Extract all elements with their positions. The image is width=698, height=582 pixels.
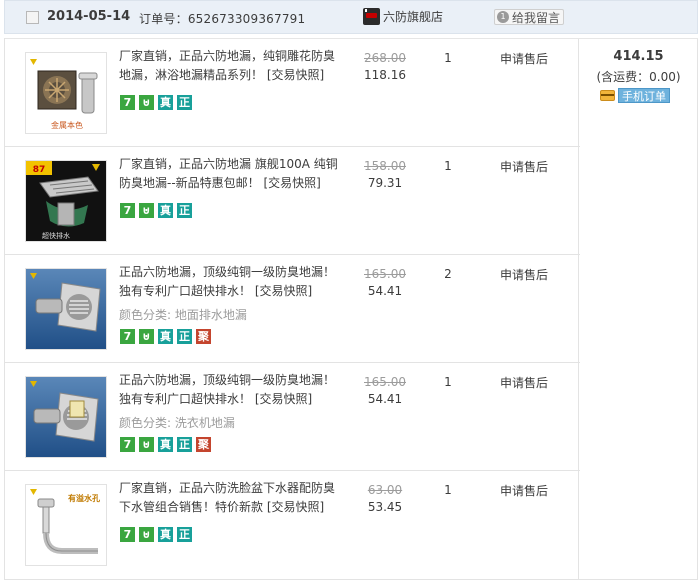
original-price: 63.00	[367, 483, 403, 497]
shop-link[interactable]: 六防旗舰店	[363, 8, 443, 25]
floor-drain-image: 87 超快排水	[26, 161, 106, 241]
product-thumbnail[interactable]	[25, 268, 107, 350]
guarantee-badge[interactable]: ⊍	[139, 329, 154, 344]
floor-drain-image: 金属本色	[26, 53, 106, 133]
order-total-column: 414.15 (含运费：0.00) 手机订单	[579, 38, 698, 580]
shop-name[interactable]: 六防旗舰店	[383, 8, 443, 25]
guarantee-badge[interactable]: ⊍	[139, 95, 154, 110]
paid-price: 118.16	[364, 68, 406, 82]
service-badges: 7 ⊍ 真 正	[120, 203, 192, 218]
genuine-badge[interactable]: 正	[177, 95, 192, 110]
order-number-value: 652673309367791	[187, 12, 306, 26]
authentic-badge[interactable]: 真	[158, 203, 173, 218]
product-thumbnail[interactable]	[25, 376, 107, 458]
trade-snapshot-link[interactable]: [交易快照]	[255, 392, 312, 406]
tmall-icon	[363, 8, 380, 25]
product-title[interactable]: 厂家直销，正品六防洗脸盆下水器配防臭下水管组合销售！特价新款 [交易快照]	[119, 479, 343, 517]
order-item: 正品六防地漏，顶级纯铜一级防臭地漏！独有专利广口超快排水！ [交易快照] 颜色分…	[5, 254, 580, 362]
service-badges: 7 ⊍ 真 正 聚	[120, 329, 211, 344]
product-title[interactable]: 正品六防地漏，顶级纯铜一级防臭地漏！独有专利广口超快排水！ [交易快照]	[119, 371, 343, 409]
leave-message-button[interactable]: 1 给我留言	[494, 9, 565, 25]
leave-message-label: 给我留言	[512, 10, 561, 25]
aftersale-link[interactable]: 申请售后	[500, 482, 548, 499]
aftersale-link[interactable]: 申请售后	[500, 374, 548, 391]
authentic-badge[interactable]: 真	[158, 329, 173, 344]
trade-snapshot-link[interactable]: [交易快照]	[264, 176, 321, 190]
order-item: 87 超快排水 厂家直销，正品六防地漏 旗舰100A 纯铜防臭地漏--新品特惠包…	[5, 146, 580, 254]
thumb-sale-tag: 87	[33, 165, 46, 175]
product-thumbnail[interactable]: 金属本色	[25, 52, 107, 134]
message-count-icon: 1	[497, 11, 509, 23]
aftersale-link[interactable]: 申请售后	[500, 50, 548, 67]
product-thumbnail[interactable]: 87 超快排水	[25, 160, 107, 242]
promotion-badge[interactable]: 聚	[196, 329, 211, 344]
guarantee-badge[interactable]: ⊍	[139, 203, 154, 218]
quantity: 1	[444, 375, 452, 389]
guarantee-badge[interactable]: ⊍	[139, 527, 154, 542]
thumb-caption: 金属本色	[51, 120, 83, 130]
order-total: 414.15	[613, 49, 664, 64]
authentic-badge[interactable]: 真	[158, 95, 173, 110]
order-header: 2014-05-14 订单号：652673309367791 六防旗舰店 1 给…	[4, 0, 698, 34]
original-price: 268.00	[364, 51, 406, 65]
order-card: 2014-05-14 订单号：652673309367791 六防旗舰店 1 给…	[4, 0, 698, 580]
shipping-fee: (含运费：0.00)	[596, 70, 681, 84]
order-date: 2014-05-14	[47, 9, 131, 24]
order-item: 有溢水孔 厂家直销，正品六防洗脸盆下水器配防臭下水管组合销售！特价新款 [交易快…	[5, 470, 580, 578]
seven-day-return-badge[interactable]: 7	[120, 437, 135, 452]
paid-price: 54.41	[367, 392, 403, 406]
order-items: 金属本色 厂家直销，正品六防地漏，纯铜雕花防臭地漏，淋浴地漏精品系列！ [交易快…	[4, 38, 580, 580]
promotion-badge[interactable]: 聚	[196, 437, 211, 452]
floor-drain-image	[26, 377, 106, 457]
thumb-caption: 超快排水	[42, 231, 70, 240]
paid-price: 79.31	[367, 176, 403, 190]
aftersale-link[interactable]: 申请售后	[500, 158, 548, 175]
guarantee-badge[interactable]: ⊍	[139, 437, 154, 452]
mobile-order-label[interactable]: 手机订单	[618, 88, 670, 103]
mobile-order-tag[interactable]: 手机订单	[600, 88, 670, 103]
quantity: 1	[444, 483, 452, 497]
quantity: 1	[444, 159, 452, 173]
paid-price: 54.41	[367, 284, 403, 298]
service-badges: 7 ⊍ 真 正	[120, 527, 192, 542]
basin-drain-image: 有溢水孔	[26, 485, 106, 565]
floor-drain-image	[26, 269, 106, 349]
card-icon	[600, 90, 615, 101]
trade-snapshot-link[interactable]: [交易快照]	[255, 284, 312, 298]
seven-day-return-badge[interactable]: 7	[120, 527, 135, 542]
original-price: 165.00	[364, 267, 406, 281]
order-number-label: 订单号：	[139, 12, 188, 26]
product-title[interactable]: 正品六防地漏，顶级纯铜一级防臭地漏！独有专利广口超快排水！ [交易快照]	[119, 263, 343, 301]
service-badges: 7 ⊍ 真 正 聚	[120, 437, 211, 452]
seven-day-return-badge[interactable]: 7	[120, 329, 135, 344]
service-badges: 7 ⊍ 真 正	[120, 95, 192, 110]
quantity: 2	[444, 267, 452, 281]
order-item: 正品六防地漏，顶级纯铜一级防臭地漏！独有专利广口超快排水！ [交易快照] 颜色分…	[5, 362, 580, 470]
original-price: 158.00	[364, 159, 406, 173]
product-thumbnail[interactable]: 有溢水孔	[25, 484, 107, 566]
product-spec: 颜色分类: 地面排水地漏	[119, 308, 247, 322]
product-title[interactable]: 厂家直销，正品六防地漏，纯铜雕花防臭地漏，淋浴地漏精品系列！ [交易快照]	[119, 47, 343, 85]
order-number: 订单号：652673309367791	[139, 10, 305, 27]
order-select-checkbox[interactable]	[26, 11, 39, 24]
genuine-badge[interactable]: 正	[177, 203, 192, 218]
product-title[interactable]: 厂家直销，正品六防地漏 旗舰100A 纯铜防臭地漏--新品特惠包邮！ [交易快照…	[119, 155, 343, 193]
seven-day-return-badge[interactable]: 7	[120, 203, 135, 218]
authentic-badge[interactable]: 真	[158, 437, 173, 452]
order-item: 金属本色 厂家直销，正品六防地漏，纯铜雕花防臭地漏，淋浴地漏精品系列！ [交易快…	[5, 38, 580, 146]
authentic-badge[interactable]: 真	[158, 527, 173, 542]
product-spec: 颜色分类: 洗衣机地漏	[119, 416, 235, 430]
paid-price: 53.45	[367, 500, 403, 514]
seven-day-return-badge[interactable]: 7	[120, 95, 135, 110]
aftersale-link[interactable]: 申请售后	[500, 266, 548, 283]
genuine-badge[interactable]: 正	[177, 329, 192, 344]
trade-snapshot-link[interactable]: [交易快照]	[267, 68, 324, 82]
original-price: 165.00	[364, 375, 406, 389]
quantity: 1	[444, 51, 452, 65]
genuine-badge[interactable]: 正	[177, 527, 192, 542]
trade-snapshot-link[interactable]: [交易快照]	[267, 500, 324, 514]
genuine-badge[interactable]: 正	[177, 437, 192, 452]
thumb-caption: 有溢水孔	[68, 493, 100, 503]
